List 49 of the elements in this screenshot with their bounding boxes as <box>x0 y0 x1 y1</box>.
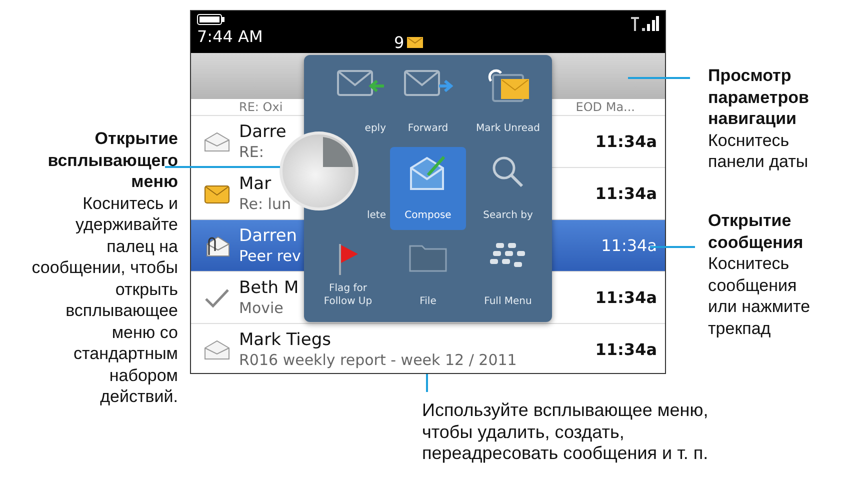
message-subject: EOD Ma... <box>576 99 635 115</box>
message-row[interactable]: Mark Tiegs R016 weekly report - week 12 / 2011 11:34a <box>191 324 665 373</box>
message-subject: Peer rev <box>239 246 301 266</box>
clock-time: 7:44 AM <box>197 27 263 46</box>
message-subject: Movie <box>239 298 284 318</box>
callout-text: Коснитесь панели даты <box>708 130 810 172</box>
message-sender: Darre <box>239 122 286 142</box>
message-time: 11:34a <box>595 184 657 203</box>
message-subject: RE: Oxi <box>239 99 283 115</box>
unread-count: 9 <box>394 33 404 52</box>
menu-item[interactable]: eply <box>334 61 386 144</box>
message-time: 11:34a <box>595 132 657 151</box>
callout-title: Просмотр параметров навигации <box>708 65 810 130</box>
message-subject: Re: lun <box>239 194 291 214</box>
leader-line <box>628 77 690 79</box>
battery-icon <box>197 14 225 25</box>
callout-text: Используйте всплывающее меню, чтобы удалить, создать, переадресовать сообщения и т. п. <box>422 400 710 464</box>
menu-item[interactable]: Search by <box>470 147 546 230</box>
dots-logo-icon <box>490 242 526 268</box>
message-time: 11:34a <box>595 288 657 307</box>
callout-title: Открытие всплывающего меню <box>46 128 178 192</box>
message-time: 11:34a <box>601 236 657 255</box>
message-sender: Beth M <box>239 278 299 298</box>
message-sender: Mar <box>239 174 272 194</box>
envelope-pen-icon <box>408 155 448 192</box>
envelope-icon <box>203 132 231 152</box>
envelope-arrow-icon <box>336 69 386 99</box>
message-sender: Mark Tiegs <box>239 330 332 350</box>
callout-text: Коснитесь и удерживайте палец на сообщении, чтобы открыть всплывающее меню со стандартным набором действий. <box>30 192 178 408</box>
menu-item[interactable]: Forward <box>390 61 466 144</box>
menu-item[interactable]: lete <box>366 206 386 230</box>
menu-item[interactable]: Compose <box>390 147 466 230</box>
envelope-arrow-icon <box>403 69 453 99</box>
callout-title: Открытие сообщения <box>708 210 804 253</box>
menu-item[interactable]: Mark Unread <box>470 61 546 144</box>
leader-line <box>650 246 695 248</box>
envelope-icon <box>203 184 231 204</box>
callout-text: Коснитесь сообщения или нажмите трекпад <box>708 253 812 339</box>
message-time: 11:34a <box>595 340 657 359</box>
envelope-icon <box>203 340 231 360</box>
message-subject: R016 weekly report - week 12 / 2011 <box>239 350 517 370</box>
leader-line <box>426 374 428 392</box>
search-icon <box>491 155 525 190</box>
message-sender: Darren <box>239 226 298 246</box>
flag-icon <box>337 242 359 276</box>
envelope-icon <box>407 37 424 48</box>
message-subject: RE: <box>239 142 264 162</box>
signal-icon <box>629 16 659 32</box>
checkmark-icon <box>203 288 231 308</box>
